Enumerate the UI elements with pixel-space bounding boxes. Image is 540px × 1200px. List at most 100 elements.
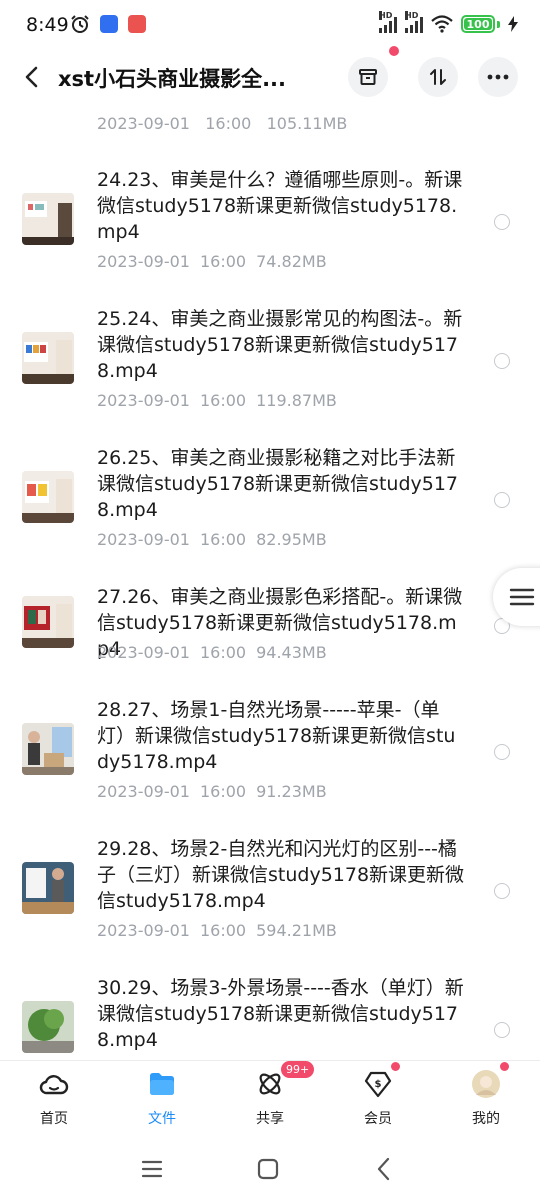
video-thumbnail [22,1001,74,1053]
file-meta: 2023-09-01 16:00 594.21MB [97,921,337,940]
battery-icon: 100 [461,15,495,33]
charging-icon [508,16,518,32]
profile-notification-dot [500,1062,509,1071]
select-checkbox[interactable] [494,883,510,899]
list-item[interactable]: 28.27、场景1-自然光场景-----苹果-（单灯）新课微信study5178… [0,697,540,836]
file-date: 2023-09-01 [97,530,190,549]
file-size: 105.11MB [266,114,348,133]
file-date: 2023-09-01 [97,252,190,271]
cloud-home-icon [39,1075,69,1095]
network-tag: HD [379,11,393,20]
archive-button[interactable] [348,57,388,97]
video-thumbnail [22,723,74,775]
menu-icon [509,588,535,606]
video-thumbnail [22,596,74,648]
header: xst小石头商业摄影全... [0,46,540,104]
file-date: 2023-09-01 [97,921,190,940]
select-checkbox[interactable] [494,744,510,760]
file-time: 16:00 [199,643,247,662]
nav-files[interactable]: 文件 [122,1069,202,1135]
list-item[interactable]: 25.24、审美之商业摄影常见的构图法-。新课微信study5178新课更新微信… [0,306,540,445]
video-thumbnail [22,471,74,523]
avatar [472,1070,500,1098]
system-nav-bar [0,1140,540,1200]
file-date: 2023-09-01 [97,114,190,133]
file-name: 24.23、审美是什么？遵循哪些原则-。新课微信study5178新课更新微信s… [97,169,463,243]
file-time: 16:00 [199,921,247,940]
notification-dot [389,46,399,56]
file-size: 82.95MB [256,530,327,549]
signal-icon: HD [379,11,397,33]
file-name: 29.28、场景2-自然光和闪光灯的区别---橘子（三灯）新课微信study51… [97,838,465,912]
app-notification-icon [100,15,118,33]
file-meta: 2023-09-01 16:00 74.82MB [97,252,327,271]
status-right-icons: HD HD 100 [379,11,518,33]
nav-label: 会员 [364,1111,392,1127]
archive-icon [359,69,377,85]
nav-label: 文件 [148,1111,176,1127]
video-thumbnail [22,193,74,245]
nav-label: 首页 [40,1111,68,1127]
sort-button[interactable] [418,57,458,97]
file-name: 28.27、场景1-自然光场景-----苹果-（单灯）新课微信study5178… [97,699,456,773]
select-checkbox[interactable] [494,1022,510,1038]
nav-label: 共享 [256,1111,284,1127]
folder-icon [150,1073,174,1095]
file-time: 16:00 [199,252,247,271]
file-size: 91.23MB [256,782,327,801]
nav-label: 我的 [472,1111,500,1127]
file-name: 25.24、审美之商业摄影常见的构图法-。新课微信study5178新课更新微信… [97,308,463,382]
file-date: 2023-09-01 [97,391,190,410]
nav-share[interactable]: 共享 [230,1069,310,1135]
select-checkbox[interactable] [494,353,510,369]
nav-vip[interactable]: $ 会员 [338,1069,418,1135]
alarm-icon [71,15,89,33]
page-title: xst小石头商业摄影全... [58,67,287,91]
vip-notification-dot [391,1062,400,1071]
bottom-nav: 首页 文件 共享 $ 会员 我的 [0,1060,540,1140]
svg-text:$: $ [375,1079,382,1090]
share-atom-icon [259,1073,281,1095]
file-size: 594.21MB [256,921,337,940]
status-time: 8:49 [26,14,69,36]
file-time: 16:00 [199,530,247,549]
file-meta: 2023-09-01 16:00 94.43MB [97,643,327,662]
file-meta: 2023-09-01 16:00 119.87MB [97,391,337,410]
system-back-icon[interactable] [369,1154,399,1184]
wifi-icon [431,15,453,33]
back-arrow-icon[interactable] [20,64,46,90]
share-badge: 99+ [281,1061,315,1078]
file-size: 94.43MB [256,643,327,662]
file-size: 119.87MB [256,391,337,410]
select-checkbox[interactable] [494,214,510,230]
status-bar: 8:49 HD HD 100 [0,0,540,52]
file-name: 26.25、审美之商业摄影秘籍之对比手法新课微信study5178新课更新微信s… [97,447,459,521]
list-item[interactable]: 29.28、场景2-自然光和闪光灯的区别---橘子（三灯）新课微信study51… [0,836,540,975]
file-size: 74.82MB [256,252,327,271]
nav-profile[interactable]: 我的 [446,1069,526,1135]
file-time: 16:00 [205,114,252,133]
file-date: 2023-09-01 [97,782,190,801]
file-time: 16:00 [199,391,247,410]
battery-level: 100 [466,17,490,31]
video-thumbnail [22,862,74,914]
home-button-icon[interactable] [253,1154,283,1184]
network-tag: HD [405,11,419,20]
video-thumbnail [22,332,74,384]
list-item[interactable]: 26.25、审美之商业摄影秘籍之对比手法新课微信study5178新课更新微信s… [0,445,540,584]
list-item[interactable]: 24.23、审美是什么？遵循哪些原则-。新课微信study5178新课更新微信s… [0,167,540,306]
signal-icon: HD [405,11,423,33]
file-date: 2023-09-01 [97,643,190,662]
file-time: 16:00 [199,782,247,801]
sort-icon [430,69,446,85]
more-button[interactable] [478,57,518,97]
file-meta: 2023-09-01 16:00 82.95MB [97,530,327,549]
nav-home[interactable]: 首页 [14,1069,94,1135]
app-notification-icon [128,15,146,33]
list-item[interactable]: 30.29、场景3-外景场景----香水（单灯）新课微信study5178新课更… [0,975,540,1060]
file-meta: 2023-09-01 16:00 105.11MB [97,114,347,133]
file-list[interactable]: 2023-09-01 16:00 105.11MB 24.23、审美是什么？遵循… [0,104,540,1060]
recent-apps-icon[interactable] [137,1154,167,1184]
select-checkbox[interactable] [494,492,510,508]
more-icon [487,74,509,80]
